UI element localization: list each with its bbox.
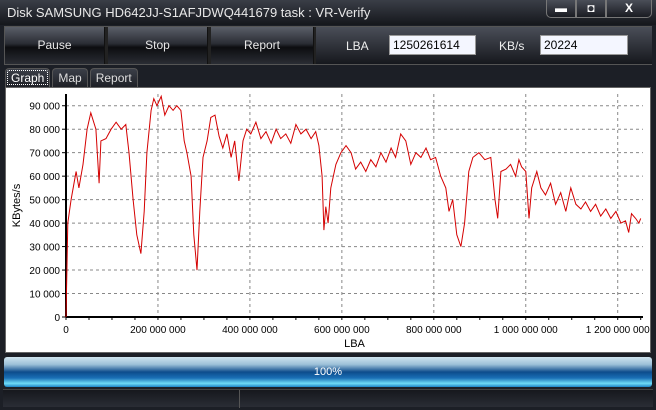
y-tick-label: 30 000 bbox=[29, 243, 60, 254]
x-tick-label: 1 000 000 000 bbox=[494, 325, 558, 336]
y-tick-label: 80 000 bbox=[29, 125, 60, 136]
pause-button[interactable]: Pause bbox=[5, 27, 105, 64]
y-tick-label: 70 000 bbox=[29, 149, 60, 160]
x-tick-label: 400 000 000 bbox=[222, 325, 278, 336]
x-tick-label: 1 200 000 000 bbox=[586, 325, 650, 336]
window-title: Disk SAMSUNG HD642JJ-S1AFJDWQ441679 task… bbox=[7, 5, 371, 20]
graph-panel: 0 10 000 20 000 30 000 40 000 50 000 60 000 70 … bbox=[5, 87, 651, 353]
progress-bar: 100% bbox=[4, 357, 652, 387]
y-tick-label: 90 000 bbox=[29, 102, 60, 113]
y-tick-label: 0 bbox=[54, 313, 60, 324]
status-bar bbox=[3, 389, 653, 408]
x-tick-label: 200 000 000 bbox=[130, 325, 186, 336]
kbs-field[interactable]: 20224 bbox=[540, 35, 628, 55]
toolbar: Pause Stop Report LBA 1250261614 KB/s 20… bbox=[4, 26, 652, 65]
status-separator bbox=[239, 390, 240, 408]
close-button[interactable]: X bbox=[606, 0, 652, 18]
speed-chart: 0 10 000 20 000 30 000 40 000 50 000 60 000 70 … bbox=[11, 94, 650, 350]
y-tick-label: 60 000 bbox=[29, 172, 60, 183]
status-panel: LBA 1250261614 KB/s 20224 bbox=[316, 27, 652, 64]
lba-label: LBA bbox=[346, 39, 369, 53]
y-tick-label: 40 000 bbox=[29, 219, 60, 230]
y-tick-label: 20 000 bbox=[29, 266, 60, 277]
tab-map[interactable]: Map bbox=[52, 68, 88, 87]
tab-report[interactable]: Report bbox=[89, 68, 138, 87]
report-button[interactable]: Report bbox=[211, 27, 314, 64]
tab-bar: Graph Map Report bbox=[5, 68, 140, 88]
title-bar: Disk SAMSUNG HD642JJ-S1AFJDWQ441679 task… bbox=[0, 0, 656, 25]
y-tick-label: 10 000 bbox=[29, 290, 60, 301]
lba-field[interactable]: 1250261614 bbox=[389, 35, 476, 55]
x-tick-label: 600 000 000 bbox=[314, 325, 370, 336]
x-axis-label: LBA bbox=[344, 338, 365, 350]
y-tick-label: 50 000 bbox=[29, 196, 60, 207]
maximize-button[interactable]: ◘ bbox=[576, 0, 606, 18]
tab-graph[interactable]: Graph bbox=[5, 68, 51, 87]
progress-label: 100% bbox=[313, 366, 343, 378]
x-tick-label: 0 bbox=[63, 325, 69, 336]
stop-button[interactable]: Stop bbox=[108, 27, 208, 64]
kbs-label: KB/s bbox=[499, 39, 525, 53]
minimize-button[interactable]: ▬ bbox=[546, 0, 576, 18]
x-tick-label: 800 000 000 bbox=[406, 325, 462, 336]
y-axis-label: KBytes/s bbox=[11, 183, 23, 227]
